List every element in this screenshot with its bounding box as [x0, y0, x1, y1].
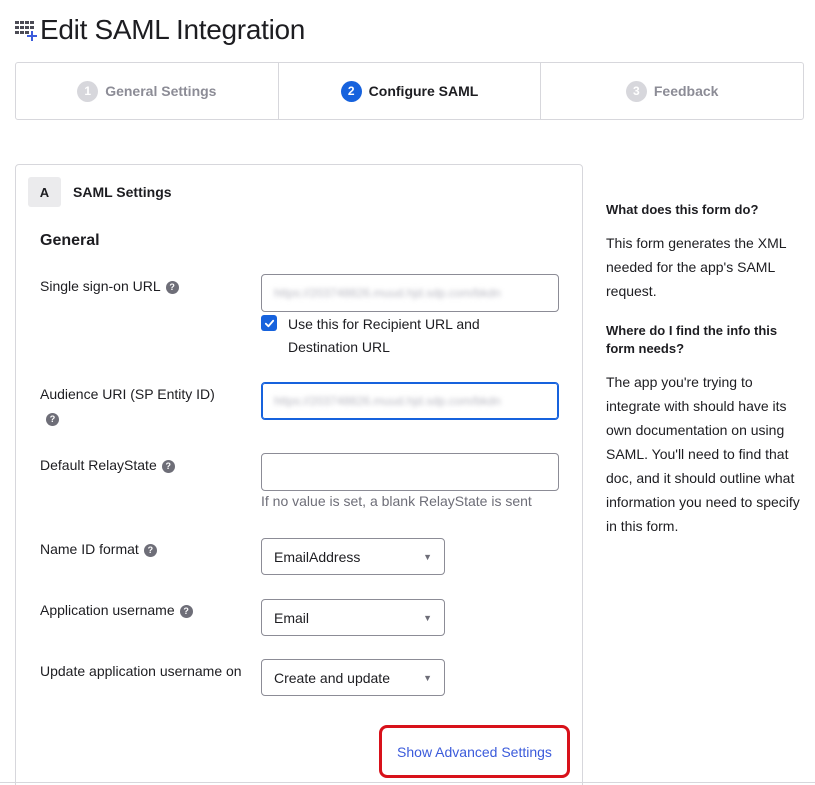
name-id-format-value: EmailAddress — [274, 548, 361, 565]
caret-down-icon: ▼ — [423, 612, 432, 623]
step-number: 2 — [340, 80, 362, 102]
recipient-url-checkbox[interactable] — [261, 315, 277, 331]
step-label: Configure SAML — [368, 83, 479, 99]
step-label: General Settings — [105, 83, 217, 99]
help-answer-2: The app you're trying to integrate with … — [606, 374, 800, 534]
app-username-value: Email — [274, 609, 310, 626]
grid-plus-icon — [14, 18, 38, 42]
page-header: Edit SAML Integration — [14, 12, 305, 48]
update-username-label: Update application username on — [40, 663, 242, 679]
help-question-2: Where do I find the info this form needs… — [606, 323, 778, 356]
card-title: SAML Settings — [73, 184, 172, 200]
step-configure-saml[interactable]: 2 Configure SAML — [279, 63, 542, 119]
relay-state-input[interactable] — [261, 453, 559, 491]
help-icon[interactable]: ? — [179, 604, 193, 618]
help-aside: What does this form do? This form genera… — [606, 201, 806, 538]
caret-down-icon: ▼ — [423, 551, 432, 562]
recipient-url-checkbox-label: Use this for Recipient URL and Destinati… — [288, 316, 480, 355]
step-label: Feedback — [653, 83, 719, 99]
sso-url-input[interactable]: https://203748826.muud.hjd.sdp.com/bkdn — [261, 274, 559, 312]
app-username-select[interactable]: Email ▼ — [261, 599, 445, 636]
name-id-format-label: Name ID format? — [40, 537, 240, 561]
card-header: A SAML Settings — [28, 177, 172, 207]
wizard-stepper: 1 General Settings 2 Configure SAML 3 Fe… — [15, 62, 804, 120]
saml-settings-card: A SAML Settings General Single sign-on U… — [15, 164, 583, 785]
show-advanced-settings-link[interactable]: Show Advanced Settings — [379, 725, 570, 778]
sso-url-label: Single sign-on URL? — [40, 274, 240, 298]
recipient-url-checkbox-row[interactable]: Use this for Recipient URL and Destinati… — [261, 313, 508, 359]
step-feedback[interactable]: 3 Feedback — [541, 63, 803, 119]
help-icon[interactable]: ? — [46, 412, 59, 426]
audience-uri-value: https://203748826.muud.hjd.sdp.com/bkdn — [274, 394, 501, 408]
app-username-label: Application username? — [40, 598, 240, 622]
relay-state-hint: If no value is set, a blank RelayState i… — [261, 493, 532, 509]
section-letter-badge: A — [28, 177, 61, 207]
step-general-settings[interactable]: 1 General Settings — [16, 63, 279, 119]
sso-url-value: https://203748826.muud.hjd.sdp.com/bkdn — [274, 286, 501, 300]
footer-divider — [0, 782, 815, 783]
caret-down-icon: ▼ — [423, 672, 432, 683]
page-title: Edit SAML Integration — [40, 14, 306, 45]
section-title: General — [40, 232, 100, 249]
help-icon[interactable]: ? — [165, 280, 179, 294]
name-id-format-select[interactable]: EmailAddress ▼ — [261, 538, 445, 575]
check-icon — [264, 319, 274, 327]
audience-uri-input[interactable]: https://203748826.muud.hjd.sdp.com/bkdn — [261, 382, 559, 420]
help-icon[interactable]: ? — [143, 543, 157, 557]
audience-uri-label: Audience URI (SP Entity ID)? — [40, 386, 215, 426]
update-username-select[interactable]: Create and update ▼ — [261, 659, 445, 696]
step-number: 1 — [77, 80, 99, 102]
help-icon[interactable]: ? — [161, 459, 175, 473]
show-advanced-settings-label: Show Advanced Settings — [397, 743, 552, 760]
help-question-1: What does this form do? — [606, 202, 759, 217]
relay-state-label: Default RelayState? — [40, 453, 240, 477]
update-username-value: Create and update — [274, 669, 390, 686]
help-answer-1: This form generates the XML needed for t… — [606, 235, 787, 299]
step-number: 3 — [625, 80, 647, 102]
